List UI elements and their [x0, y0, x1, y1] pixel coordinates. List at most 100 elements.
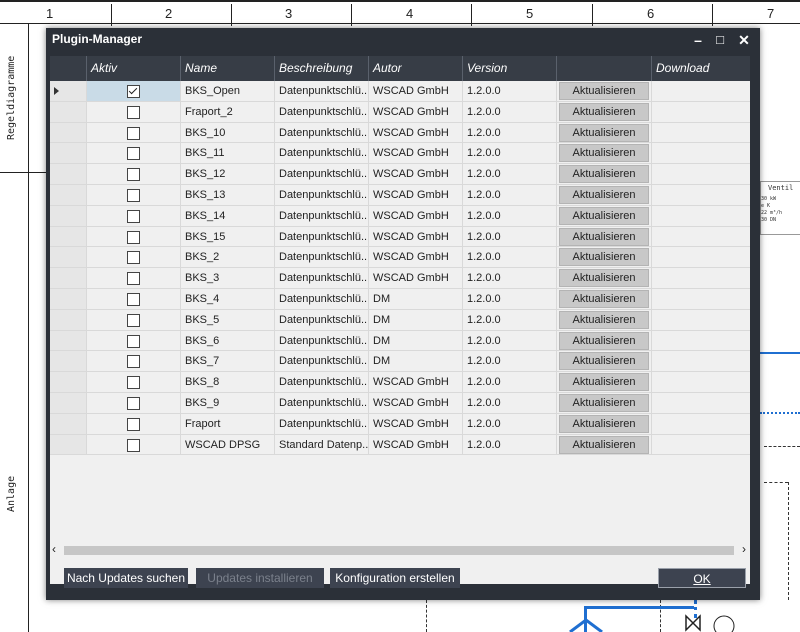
table-row[interactable]: BKS_13 Datenpunktschlü... WSCAD GmbH 1.2.0.… — [50, 184, 750, 206]
aktiv-cell[interactable] — [87, 101, 181, 122]
table-row[interactable]: Fraport_2 Datenpunktschlü... WSCAD GmbH 1.2… — [50, 101, 750, 123]
table-row[interactable]: Fraport Datenpunktschlü... WSCAD GmbH 1.2.0… — [50, 413, 750, 435]
update-button[interactable]: Aktualisieren — [559, 248, 649, 267]
row-selector[interactable] — [50, 122, 87, 143]
aktiv-checkbox[interactable] — [127, 251, 140, 265]
update-button[interactable]: Aktualisieren — [559, 227, 649, 246]
check-updates-button[interactable]: Nach Updates suchen — [64, 568, 188, 588]
row-selector[interactable] — [50, 226, 87, 247]
close-button[interactable]: ✕ — [734, 30, 754, 50]
row-selector[interactable] — [50, 309, 87, 330]
row-selector[interactable] — [50, 205, 87, 226]
aktiv-checkbox[interactable] — [127, 188, 140, 202]
aktiv-cell[interactable] — [87, 143, 181, 164]
update-button[interactable]: Aktualisieren — [559, 165, 649, 184]
aktiv-checkbox[interactable] — [127, 334, 140, 348]
aktiv-cell[interactable] — [87, 184, 181, 205]
install-updates-button[interactable]: Updates installieren — [196, 568, 324, 588]
column-header-version[interactable]: Version — [463, 56, 557, 81]
aktiv-cell[interactable] — [87, 226, 181, 247]
maximize-button[interactable]: □ — [710, 30, 730, 50]
aktiv-cell[interactable] — [87, 309, 181, 330]
aktiv-cell[interactable] — [87, 413, 181, 434]
update-button[interactable]: Aktualisieren — [559, 331, 649, 350]
create-config-button[interactable]: Konfiguration erstellen — [330, 568, 460, 588]
aktiv-checkbox[interactable] — [127, 272, 140, 286]
aktiv-checkbox[interactable] — [127, 313, 140, 327]
aktiv-cell[interactable] — [87, 247, 181, 268]
aktiv-checkbox[interactable] — [127, 292, 140, 306]
aktiv-checkbox[interactable] — [127, 168, 140, 182]
aktiv-checkbox[interactable] — [127, 396, 140, 410]
table-row[interactable]: BKS_8 Datenpunktschlü... WSCAD GmbH 1.2.0.0… — [50, 372, 750, 393]
aktiv-checkbox[interactable] — [127, 85, 140, 98]
scroll-left-icon[interactable]: ‹ — [52, 542, 56, 556]
update-button[interactable]: Aktualisieren — [559, 310, 649, 329]
column-header-update[interactable] — [557, 56, 652, 81]
aktiv-cell[interactable] — [87, 434, 181, 455]
row-selector[interactable] — [50, 143, 87, 164]
table-row[interactable]: WSCAD DPSG Standard Datenp... WSCAD GmbH 1.… — [50, 434, 750, 456]
row-selector[interactable] — [50, 330, 87, 351]
update-button[interactable]: Aktualisieren — [559, 102, 649, 121]
column-header-autor[interactable]: Autor — [369, 56, 463, 81]
aktiv-checkbox[interactable] — [127, 230, 140, 244]
title-bar[interactable]: Plugin-Manager – □ ✕ — [46, 28, 760, 52]
update-button[interactable]: Aktualisieren — [559, 435, 649, 454]
horizontal-scrollbar[interactable]: ‹ › — [50, 542, 750, 556]
row-selector[interactable] — [50, 101, 87, 122]
row-selector[interactable] — [50, 288, 87, 309]
aktiv-checkbox[interactable] — [127, 438, 140, 452]
table-row[interactable]: BKS_3 Datenpunktschlü... WSCAD GmbH 1.2.0.0… — [50, 268, 750, 289]
aktiv-cell[interactable] — [87, 268, 181, 288]
column-header-name[interactable]: Name — [181, 56, 275, 81]
row-selector[interactable] — [50, 164, 87, 184]
aktiv-checkbox[interactable] — [127, 126, 140, 140]
aktiv-cell[interactable] — [87, 392, 181, 413]
aktiv-cell[interactable] — [87, 351, 181, 372]
update-button[interactable]: Aktualisieren — [559, 144, 649, 163]
row-selector[interactable] — [50, 184, 87, 205]
aktiv-cell[interactable] — [87, 122, 181, 143]
row-selector[interactable] — [50, 247, 87, 268]
table-row[interactable]: BKS_4 Datenpunktschlü... DM 1.2.0.0 Aktualis… — [50, 288, 750, 310]
row-selector[interactable] — [50, 434, 87, 455]
row-selector[interactable] — [50, 268, 87, 288]
update-button[interactable]: Aktualisieren — [559, 269, 649, 288]
table-row[interactable]: BKS_2 Datenpunktschlü... WSCAD GmbH 1.2.0.0… — [50, 247, 750, 269]
aktiv-cell[interactable] — [87, 288, 181, 309]
aktiv-checkbox[interactable] — [127, 105, 140, 119]
column-header-beschreibung[interactable]: Beschreibung — [275, 56, 369, 81]
update-button[interactable]: Aktualisieren — [559, 206, 649, 225]
table-row[interactable]: BKS_6 Datenpunktschlü... DM 1.2.0.0 Aktualis… — [50, 330, 750, 352]
aktiv-checkbox[interactable] — [127, 355, 140, 369]
scroll-right-icon[interactable]: › — [742, 542, 746, 556]
ok-button[interactable]: OK — [658, 568, 746, 588]
aktiv-checkbox[interactable] — [127, 147, 140, 161]
update-button[interactable]: Aktualisieren — [559, 185, 649, 204]
aktiv-cell[interactable] — [87, 81, 181, 101]
table-row[interactable]: BKS_Open Datenpunktschlü... WSCAD GmbH 1.2.… — [50, 81, 750, 102]
aktiv-cell[interactable] — [87, 330, 181, 351]
table-row[interactable]: BKS_7 Datenpunktschlü... DM 1.2.0.0 Aktualis… — [50, 351, 750, 373]
update-button[interactable]: Aktualisieren — [559, 123, 649, 142]
update-button[interactable]: Aktualisieren — [559, 289, 649, 308]
update-button[interactable]: Aktualisieren — [559, 373, 649, 392]
row-selector[interactable] — [50, 81, 87, 101]
minimize-button[interactable]: – — [688, 30, 708, 50]
aktiv-checkbox[interactable] — [127, 417, 140, 431]
update-button[interactable]: Aktualisieren — [559, 352, 649, 371]
table-row[interactable]: BKS_10 Datenpunktschlü... WSCAD GmbH 1.2.0.… — [50, 122, 750, 144]
row-selector[interactable] — [50, 413, 87, 434]
table-row[interactable]: BKS_9 Datenpunktschlü... WSCAD GmbH 1.2.0.0… — [50, 392, 750, 414]
row-selector[interactable] — [50, 351, 87, 372]
aktiv-checkbox[interactable] — [127, 209, 140, 223]
update-button[interactable]: Aktualisieren — [559, 82, 649, 100]
aktiv-cell[interactable] — [87, 205, 181, 226]
aktiv-cell[interactable] — [87, 164, 181, 184]
table-row[interactable]: BKS_5 Datenpunktschlü... DM 1.2.0.0 Aktualis… — [50, 309, 750, 331]
update-button[interactable]: Aktualisieren — [559, 393, 649, 412]
table-row[interactable]: BKS_12 Datenpunktschlü... WSCAD GmbH 1.2.0.… — [50, 164, 750, 185]
scrollbar-thumb[interactable] — [64, 546, 734, 555]
aktiv-checkbox[interactable] — [127, 376, 140, 390]
